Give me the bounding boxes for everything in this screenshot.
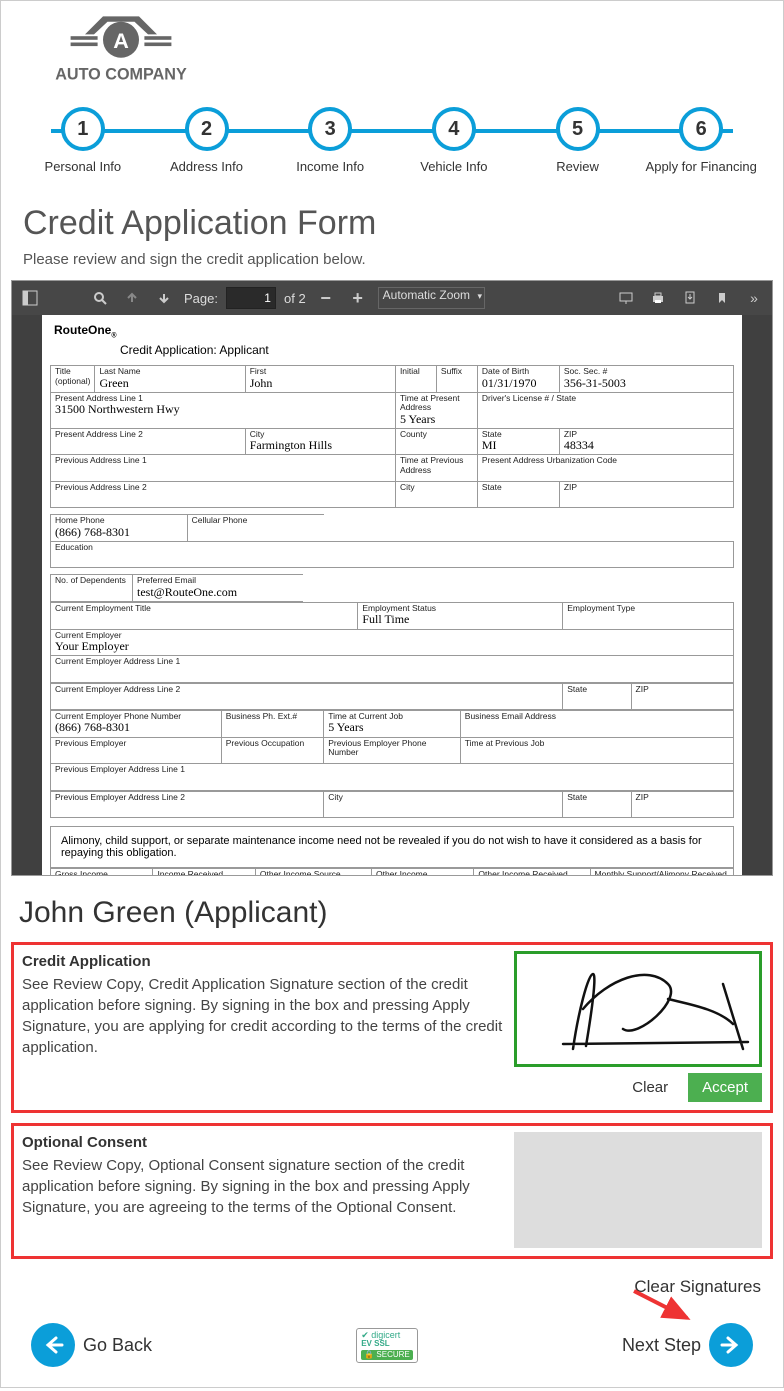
page-label: Page: [184, 291, 218, 306]
pdf-brand: RouteOne® [54, 323, 117, 337]
step-label: Vehicle Info [392, 159, 516, 174]
digicert-badge: ✔ digicert EV SSL 🔒 SECURE [356, 1328, 418, 1363]
annotation-arrow-icon [629, 1286, 699, 1331]
go-back-button[interactable]: Go Back [31, 1323, 152, 1367]
svg-text:AUTO COMPANY: AUTO COMPANY [55, 65, 187, 83]
arrow-left-icon [31, 1323, 75, 1367]
svg-text:A: A [113, 28, 129, 53]
step-5[interactable]: 5 Review [516, 107, 640, 174]
search-icon[interactable] [88, 286, 112, 310]
signature-description: Credit Application See Review Copy, Cred… [22, 951, 506, 1067]
sig-title: Optional Consent [22, 1132, 506, 1153]
download-icon[interactable] [678, 286, 702, 310]
page-number-input[interactable] [226, 287, 276, 309]
sig-title: Credit Application [22, 951, 506, 972]
step-label: Address Info [145, 159, 269, 174]
step-number: 1 [61, 107, 105, 151]
pdf-viewer: Page: of 2 − + Automatic Zoom▾ » RouteOn… [11, 280, 773, 876]
step-1[interactable]: 1 Personal Info [21, 107, 145, 174]
signature-pad[interactable] [514, 951, 762, 1067]
signature-block-credit-app: Credit Application See Review Copy, Cred… [11, 942, 773, 1113]
step-label: Personal Info [21, 159, 145, 174]
logo: A AUTO COMPANY [31, 11, 211, 97]
step-number: 3 [308, 107, 352, 151]
next-step-label: Next Step [622, 1335, 701, 1356]
signature-pad[interactable] [514, 1132, 762, 1248]
sig-body: See Review Copy, Optional Consent signat… [22, 1157, 470, 1216]
zoom-out-icon[interactable]: − [314, 286, 338, 310]
step-label: Income Info [268, 159, 392, 174]
go-back-label: Go Back [83, 1335, 152, 1356]
step-2[interactable]: 2 Address Info [145, 107, 269, 174]
step-6[interactable]: 6 Apply for Financing [639, 107, 763, 174]
more-tools-icon[interactable]: » [742, 286, 766, 310]
step-number: 4 [432, 107, 476, 151]
pdf-form-table: Home Phone(866) 768-8301 Cellular Phone … [50, 514, 734, 568]
next-page-icon[interactable] [152, 286, 176, 310]
clear-button[interactable]: Clear [618, 1073, 682, 1102]
pdf-toolbar: Page: of 2 − + Automatic Zoom▾ » [12, 281, 772, 315]
step-label: Apply for Financing [639, 159, 763, 174]
prev-page-icon[interactable] [120, 286, 144, 310]
pdf-form-table: Gross Income$5,000.00 Income ReceivedMon… [50, 868, 734, 875]
zoom-in-icon[interactable]: + [346, 286, 370, 310]
disclosure-text: Alimony, child support, or separate main… [50, 826, 734, 868]
page-title: Credit Application Form [23, 204, 773, 243]
sig-body: See Review Copy, Credit Application Sign… [22, 976, 502, 1056]
applicant-header: John Green (Applicant) [19, 896, 773, 930]
pdf-form-table: Current Employment Title Employment Stat… [50, 602, 734, 683]
bookmark-icon[interactable] [710, 286, 734, 310]
signature-description: Optional Consent See Review Copy, Option… [22, 1132, 506, 1248]
step-4[interactable]: 4 Vehicle Info [392, 107, 516, 174]
sidebar-toggle-icon[interactable] [18, 286, 42, 310]
pdf-body[interactable]: RouteOne® Credit Application: Applicant … [12, 315, 772, 875]
step-number: 5 [556, 107, 600, 151]
pdf-form-table: No. of Dependents Preferred Emailtest@Ro… [50, 574, 734, 602]
presentation-icon[interactable] [614, 286, 638, 310]
step-number: 2 [185, 107, 229, 151]
progress-stepper: 1 Personal Info 2 Address Info 3 Income … [11, 107, 773, 174]
print-icon[interactable] [646, 286, 670, 310]
accept-button[interactable]: Accept [688, 1073, 762, 1102]
zoom-select[interactable]: Automatic Zoom▾ [378, 287, 485, 309]
step-number: 6 [679, 107, 723, 151]
arrow-right-icon [709, 1323, 753, 1367]
step-label: Review [516, 159, 640, 174]
pdf-page: RouteOne® Credit Application: Applicant … [42, 315, 742, 875]
page-total: of 2 [284, 291, 306, 306]
pdf-form-table: Current Employer Address Line 2 State ZI… [50, 683, 734, 711]
pdf-form-table: Previous Employer Address Line 2 City St… [50, 791, 734, 819]
pdf-form-table: Current Employer Phone Number(866) 768-8… [50, 710, 734, 791]
pdf-form-table: Title (optional) Last NameGreen FirstJoh… [50, 365, 734, 508]
step-3[interactable]: 3 Income Info [268, 107, 392, 174]
pdf-doc-title: Credit Application: Applicant [120, 343, 734, 357]
zoom-value: Automatic Zoom [383, 288, 470, 302]
signature-block-optional-consent: Optional Consent See Review Copy, Option… [11, 1123, 773, 1259]
page-subtitle: Please review and sign the credit applic… [23, 251, 773, 268]
